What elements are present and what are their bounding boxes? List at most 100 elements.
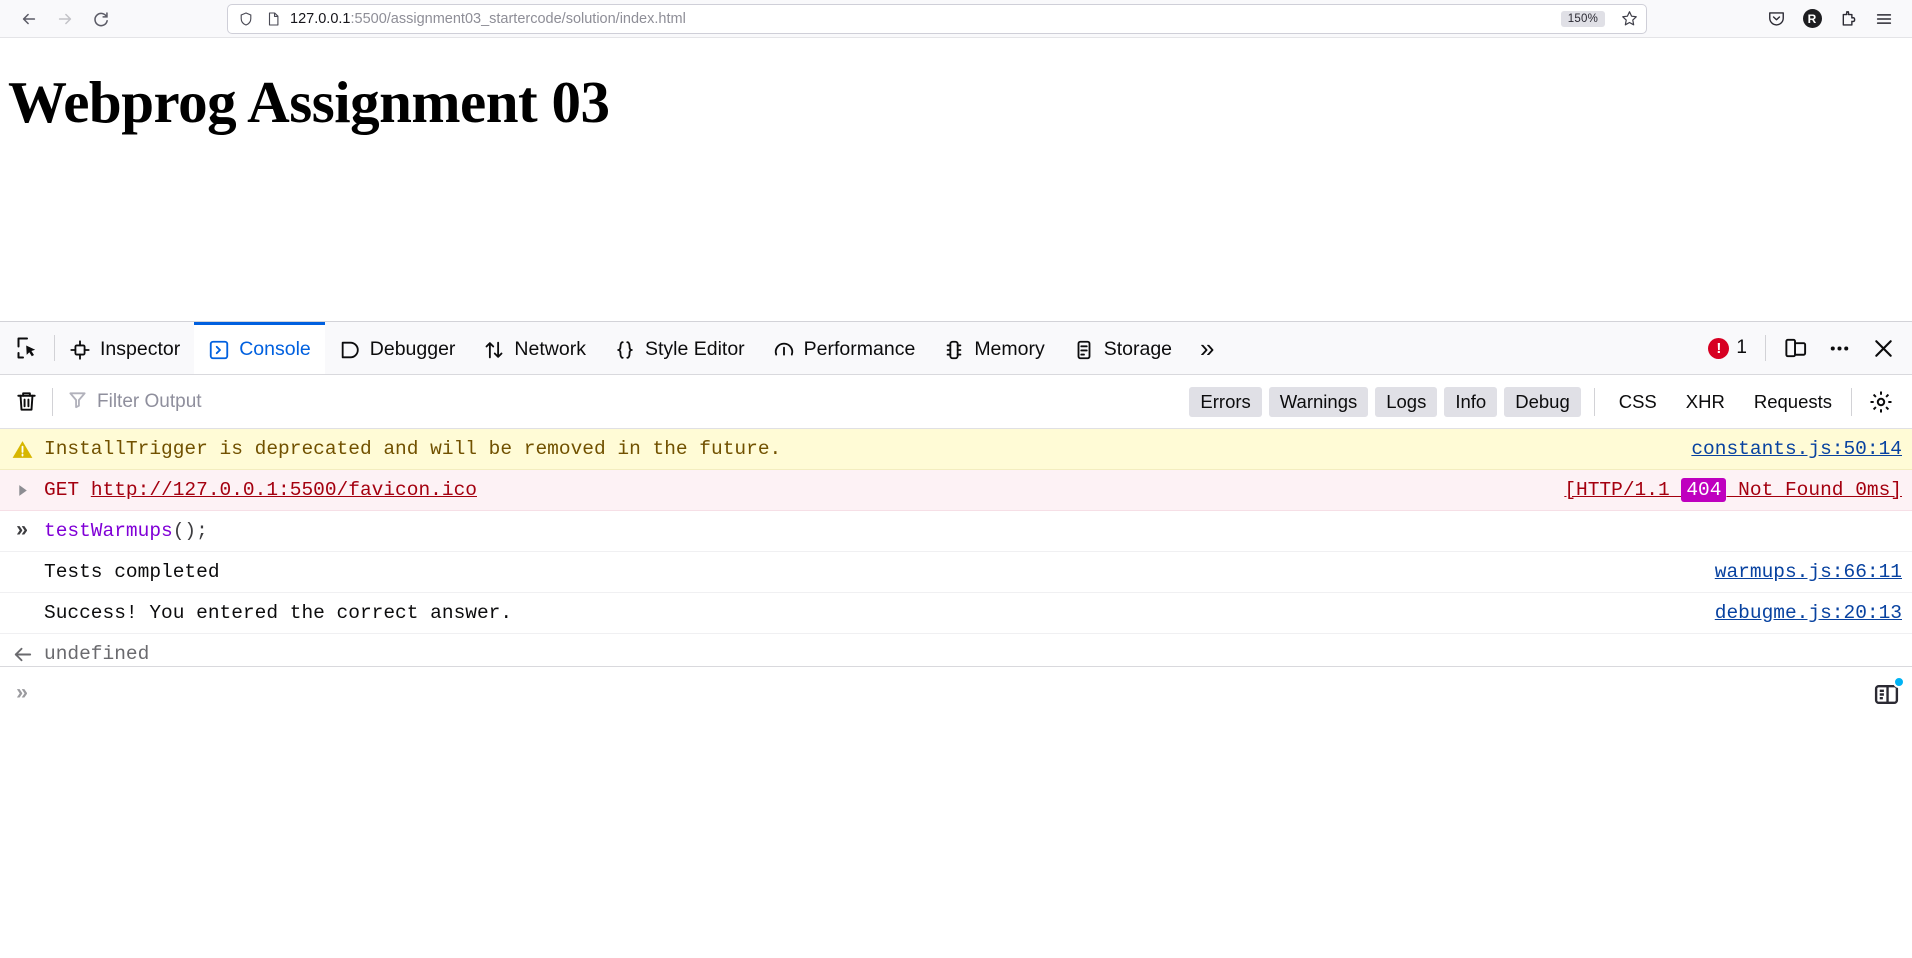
filter-pill-xhr[interactable]: XHR — [1675, 387, 1736, 417]
status-suffix: Not Found 0ms] — [1726, 479, 1902, 501]
message-source: warmups.js:66:11 — [1697, 561, 1902, 583]
network-error-text: GET http://127.0.0.1:5500/favicon.ico — [44, 479, 1546, 501]
account-avatar[interactable]: R — [1796, 4, 1828, 34]
devtools-footer-fill — [0, 721, 1912, 958]
arrow-right-icon — [58, 13, 72, 24]
console-settings-button[interactable] — [1858, 382, 1904, 422]
console-chevron-icon — [208, 339, 230, 361]
error-count-button[interactable]: ! 1 — [1698, 337, 1757, 359]
console-message-log[interactable]: Tests completed warmups.js:66:11 — [0, 552, 1912, 593]
web-page-content: Webprog Assignment 03 — [0, 38, 1912, 321]
devtools-tab-list: Inspector Console Debugger Network Style… — [55, 322, 1698, 374]
console-message-log[interactable]: Success! You entered the correct answer.… — [0, 593, 1912, 634]
devtools-tabbar: Inspector Console Debugger Network Style… — [0, 322, 1912, 375]
reload-button[interactable] — [84, 4, 118, 34]
url-text[interactable]: 127.0.0.1:5500/assignment03_startercode/… — [290, 11, 1554, 27]
tab-memory[interactable]: Memory — [929, 322, 1058, 374]
filter-pill-debug[interactable]: Debug — [1504, 386, 1581, 417]
element-picker-icon — [17, 337, 36, 359]
tab-label: Style Editor — [644, 338, 745, 360]
request-url-link[interactable]: http://127.0.0.1:5500/favicon.ico — [91, 479, 477, 501]
toolbar-right-actions: R — [1760, 4, 1900, 34]
shield-icon[interactable] — [236, 11, 256, 27]
filter-pill-requests[interactable]: Requests — [1743, 387, 1843, 417]
tab-label: Network — [514, 338, 586, 360]
reload-icon — [94, 11, 108, 26]
console-message-result[interactable]: undefined — [0, 634, 1912, 666]
avatar-initial: R — [1802, 9, 1822, 28]
tab-style-editor[interactable]: Style Editor — [600, 322, 759, 374]
expand-triangle-icon[interactable] — [0, 483, 44, 498]
memory-chip-icon — [943, 339, 965, 361]
tab-inspector[interactable]: Inspector — [55, 322, 194, 374]
status-prefix: [HTTP/1.1 — [1564, 479, 1682, 501]
tab-label: Inspector — [100, 338, 181, 360]
filter-pill-info[interactable]: Info — [1444, 386, 1498, 417]
pocket-save-icon[interactable] — [1760, 4, 1792, 34]
expression-punctuation: (); — [172, 520, 208, 542]
back-button[interactable] — [12, 4, 46, 34]
tab-debugger[interactable]: Debugger — [325, 322, 470, 374]
network-arrows-icon — [483, 339, 505, 361]
filter-pill-warnings[interactable]: Warnings — [1268, 386, 1369, 417]
tab-label: Console — [239, 338, 311, 360]
filter-funnel-icon — [67, 389, 88, 415]
console-message-warning[interactable]: InstallTrigger is deprecated and will be… — [0, 429, 1912, 470]
console-filter-toolbar: Filter Output Errors Warnings Logs Info … — [0, 375, 1912, 429]
tab-label: Debugger — [369, 338, 456, 360]
warning-triangle-icon — [0, 438, 44, 461]
braces-icon — [614, 339, 636, 361]
filter-pill-logs[interactable]: Logs — [1375, 386, 1438, 417]
http-method: GET — [44, 479, 80, 501]
devtools-toolbar-actions: ! 1 — [1698, 322, 1912, 374]
tab-performance[interactable]: Performance — [759, 322, 930, 374]
console-message-input[interactable]: » testWarmups(); — [0, 511, 1912, 552]
clear-console-button[interactable] — [0, 389, 52, 414]
performance-gauge-icon — [773, 339, 795, 361]
message-source: constants.js:50:14 — [1673, 438, 1902, 460]
console-output-list: InstallTrigger is deprecated and will be… — [0, 429, 1912, 666]
source-link[interactable]: debugme.js:20:13 — [1715, 602, 1902, 624]
editor-mode-toggle-button[interactable] — [1860, 667, 1912, 721]
devtools-close-button[interactable] — [1862, 327, 1904, 369]
element-picker-button[interactable] — [0, 322, 54, 374]
console-input-row[interactable]: » — [0, 666, 1912, 721]
settings-separator — [1851, 387, 1852, 416]
bookmark-star-icon[interactable] — [1616, 6, 1642, 32]
filter-pill-group: Errors Warnings Logs Info Debug CSS XHR … — [1189, 386, 1843, 417]
storage-database-icon — [1073, 339, 1095, 361]
console-command-input[interactable] — [44, 667, 1860, 721]
filter-pill-css[interactable]: CSS — [1608, 387, 1668, 417]
toolbar-separator — [1765, 335, 1766, 361]
console-message-network-error[interactable]: GET http://127.0.0.1:5500/favicon.ico [H… — [0, 470, 1912, 511]
extensions-puzzle-icon[interactable] — [1832, 4, 1864, 34]
devtools-more-options-button[interactable] — [1818, 327, 1860, 369]
tab-network[interactable]: Network — [469, 322, 600, 374]
filter-placeholder: Filter Output — [97, 390, 202, 412]
zoom-level-badge[interactable]: 150% — [1560, 10, 1605, 27]
tab-label: Memory — [974, 338, 1045, 360]
tab-storage[interactable]: Storage — [1059, 322, 1186, 374]
editor-notification-dot — [1893, 676, 1905, 688]
tab-label: Storage — [1103, 338, 1173, 360]
function-name: testWarmups — [44, 520, 173, 542]
tab-console[interactable]: Console — [194, 322, 325, 374]
prompt-chevrons-icon: » — [15, 682, 29, 706]
filter-input[interactable]: Filter Output — [53, 389, 1189, 415]
source-link[interactable]: warmups.js:66:11 — [1715, 561, 1902, 583]
tabs-overflow-button[interactable]: » — [1186, 322, 1228, 374]
input-chevrons-icon: » — [15, 519, 29, 543]
result-value: undefined — [44, 643, 150, 665]
page-title: Webprog Assignment 03 — [8, 69, 610, 135]
inspector-icon — [69, 339, 91, 361]
hamburger-menu-icon[interactable] — [1868, 4, 1900, 34]
forward-button[interactable] — [48, 4, 82, 34]
source-link[interactable]: constants.js:50:14 — [1691, 438, 1902, 460]
message-source: debugme.js:20:13 — [1697, 602, 1902, 624]
responsive-design-mode-button[interactable] — [1774, 327, 1816, 369]
page-document-icon[interactable] — [263, 11, 283, 27]
url-bar[interactable]: 127.0.0.1:5500/assignment03_startercode/… — [227, 3, 1647, 34]
warning-text: InstallTrigger is deprecated and will be… — [44, 438, 782, 460]
network-status[interactable]: [HTTP/1.1 404 Not Found 0ms] — [1546, 478, 1902, 502]
filter-pill-errors[interactable]: Errors — [1189, 386, 1262, 417]
